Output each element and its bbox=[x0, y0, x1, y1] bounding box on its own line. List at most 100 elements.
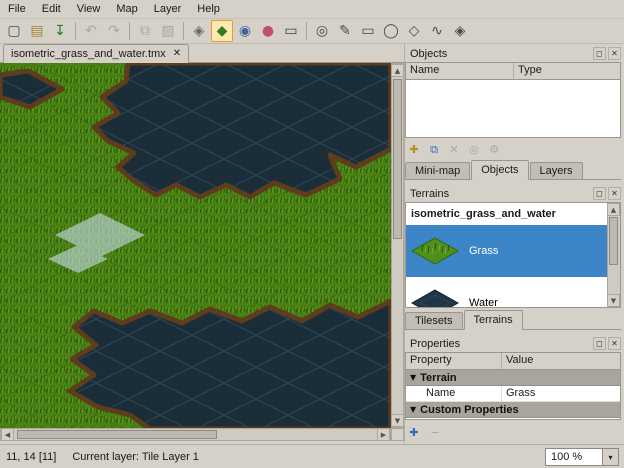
scroll-down-icon[interactable]: ▼ bbox=[391, 414, 404, 427]
tab-objects[interactable]: Objects bbox=[471, 160, 528, 180]
property-name-value[interactable]: Grass bbox=[502, 386, 620, 401]
collapse-arrow-icon[interactable]: ▼ bbox=[410, 405, 416, 414]
terrains-dock-titlebar: Terrains ◻ ✕ bbox=[405, 186, 621, 201]
terrains-scroll-up-icon[interactable]: ▲ bbox=[607, 203, 620, 216]
document-tab-bar: isometric_grass_and_water.tmx ✕ bbox=[0, 44, 404, 63]
tab-layers[interactable]: Layers bbox=[530, 162, 583, 179]
bucket-fill-icon[interactable]: ◉ bbox=[234, 20, 256, 42]
property-group-terrain-label: Terrain bbox=[420, 372, 456, 384]
properties-table-header: Property Value bbox=[406, 353, 620, 370]
tab-terrains[interactable]: Terrains bbox=[464, 310, 523, 330]
main-toolbar: ▢ ▤ ↧ ↶ ↷ ⧉ ▨ ◈ ◆ ◉ ● ▭ ◎ ✎ ▭ ◯ ◇ ∿ ◈ bbox=[0, 19, 624, 44]
objects-dock-title: Objects bbox=[410, 48, 591, 60]
terrains-dock-title: Terrains bbox=[410, 188, 591, 200]
add-property-icon[interactable]: ✚ bbox=[405, 423, 423, 441]
tab-mini-map[interactable]: Mini-map bbox=[405, 162, 470, 179]
property-group-custom[interactable]: ▼ Custom Properties bbox=[406, 402, 620, 418]
scroll-left-icon[interactable]: ◀ bbox=[1, 428, 14, 441]
objects-col-name[interactable]: Name bbox=[406, 63, 514, 79]
save-icon[interactable]: ↧ bbox=[49, 20, 71, 42]
insert-ellipse-icon[interactable]: ◯ bbox=[380, 20, 402, 42]
horizontal-scrollbar[interactable]: ◀ ▶ bbox=[0, 428, 391, 441]
vertical-scrollbar[interactable]: ▲ ▼ bbox=[391, 63, 404, 428]
object-properties-icon[interactable]: ⚙ bbox=[485, 140, 503, 158]
terrains-scroll-down-icon[interactable]: ▼ bbox=[607, 294, 620, 307]
menu-edit[interactable]: Edit bbox=[34, 1, 69, 17]
tab-tilesets[interactable]: Tilesets bbox=[405, 312, 463, 329]
document-tab[interactable]: isometric_grass_and_water.tmx ✕ bbox=[3, 44, 189, 63]
terrain-item-water[interactable]: Water bbox=[406, 277, 620, 308]
horizontal-scroll-thumb[interactable] bbox=[17, 430, 217, 439]
redo-icon[interactable]: ↷ bbox=[103, 20, 125, 42]
scroll-up-icon[interactable]: ▲ bbox=[391, 64, 404, 77]
vertical-scroll-thumb[interactable] bbox=[393, 79, 402, 239]
status-bar: 11, 14 [11] Current layer: Tile Layer 1 … bbox=[0, 444, 624, 468]
stamp-brush-icon[interactable]: ◈ bbox=[188, 20, 210, 42]
grass-tile-icon bbox=[410, 236, 460, 266]
menu-layer[interactable]: Layer bbox=[146, 1, 190, 17]
menu-view[interactable]: View bbox=[69, 1, 109, 17]
select-object-icon[interactable]: ◎ bbox=[311, 20, 333, 42]
properties-float-icon[interactable]: ◻ bbox=[593, 337, 606, 350]
remove-object-icon[interactable]: ✕ bbox=[445, 140, 463, 158]
properties-table: Property Value ▼ Terrain Name Grass ▼ Cu… bbox=[405, 352, 621, 420]
terrains-scroll-thumb[interactable] bbox=[609, 217, 618, 265]
objects-list-empty[interactable] bbox=[406, 80, 620, 138]
toolbar-separator bbox=[129, 22, 130, 40]
terrains-float-icon[interactable]: ◻ bbox=[593, 187, 606, 200]
objects-col-type[interactable]: Type bbox=[514, 63, 620, 79]
terrains-close-icon[interactable]: ✕ bbox=[608, 187, 621, 200]
zoom-combobox[interactable]: 100 % ▾ bbox=[545, 448, 619, 466]
properties-col-property[interactable]: Property bbox=[406, 353, 502, 369]
insert-tile-icon[interactable]: ◈ bbox=[449, 20, 471, 42]
eraser-icon[interactable]: ● bbox=[257, 20, 279, 42]
insert-polyline-icon[interactable]: ∿ bbox=[426, 20, 448, 42]
zoom-dropdown-icon[interactable]: ▾ bbox=[602, 449, 618, 465]
terrains-list: isometric_grass_and_water Grass Water ▲ … bbox=[405, 202, 621, 308]
new-map-icon[interactable]: ▢ bbox=[3, 20, 25, 42]
paste-icon[interactable]: ▨ bbox=[157, 20, 179, 42]
terrain-water-label: Water bbox=[469, 297, 498, 308]
edit-polygons-icon[interactable]: ✎ bbox=[334, 20, 356, 42]
terrains-scrollbar[interactable]: ▲ ▼ bbox=[607, 203, 620, 307]
properties-col-value[interactable]: Value bbox=[502, 353, 620, 369]
duplicate-object-icon[interactable]: ⧉ bbox=[425, 140, 443, 158]
menu-file[interactable]: File bbox=[0, 1, 34, 17]
property-row-name[interactable]: Name Grass bbox=[406, 386, 620, 402]
toolbar-separator bbox=[183, 22, 184, 40]
water-pool-bottom bbox=[70, 301, 391, 428]
document-tab-label: isometric_grass_and_water.tmx bbox=[11, 48, 166, 60]
copy-icon[interactable]: ⧉ bbox=[134, 20, 156, 42]
menu-help[interactable]: Help bbox=[189, 1, 228, 17]
scroll-right-icon[interactable]: ▶ bbox=[377, 428, 390, 441]
scrollbar-corner bbox=[391, 428, 404, 441]
insert-rectangle-icon[interactable]: ▭ bbox=[357, 20, 379, 42]
insert-polygon-icon[interactable]: ◇ bbox=[403, 20, 425, 42]
property-group-custom-label: Custom Properties bbox=[420, 404, 518, 416]
tiled-window: File Edit View Map Layer Help ▢ ▤ ↧ ↶ ↷ … bbox=[0, 0, 624, 468]
open-icon[interactable]: ▤ bbox=[26, 20, 48, 42]
remove-property-icon[interactable]: − bbox=[426, 423, 444, 441]
property-group-terrain[interactable]: ▼ Terrain bbox=[406, 370, 620, 386]
collapse-arrow-icon[interactable]: ▼ bbox=[410, 373, 416, 382]
map-canvas[interactable] bbox=[0, 63, 391, 428]
undo-icon[interactable]: ↶ bbox=[80, 20, 102, 42]
objects-table: Name Type bbox=[405, 62, 621, 138]
map-view bbox=[0, 63, 391, 428]
menu-map[interactable]: Map bbox=[108, 1, 145, 17]
terrain-item-grass[interactable]: Grass bbox=[406, 225, 620, 277]
objects-close-icon[interactable]: ✕ bbox=[608, 47, 621, 60]
terrain-grass-label: Grass bbox=[469, 245, 498, 257]
view-dock-tabs: Mini-map Objects Layers bbox=[405, 160, 621, 180]
terrain-tileset-header[interactable]: isometric_grass_and_water bbox=[406, 203, 620, 225]
terrain-brush-icon[interactable]: ◆ bbox=[211, 20, 233, 42]
tab-close-icon[interactable]: ✕ bbox=[173, 48, 181, 59]
add-object-icon[interactable]: ✚ bbox=[405, 140, 423, 158]
objects-float-icon[interactable]: ◻ bbox=[593, 47, 606, 60]
water-tile-icon bbox=[410, 288, 460, 308]
properties-close-icon[interactable]: ✕ bbox=[608, 337, 621, 350]
property-name-label: Name bbox=[406, 386, 502, 401]
rect-select-icon[interactable]: ▭ bbox=[280, 20, 302, 42]
goto-object-icon[interactable]: ◎ bbox=[465, 140, 483, 158]
cursor-coordinates: 11, 14 [11] bbox=[6, 451, 56, 463]
